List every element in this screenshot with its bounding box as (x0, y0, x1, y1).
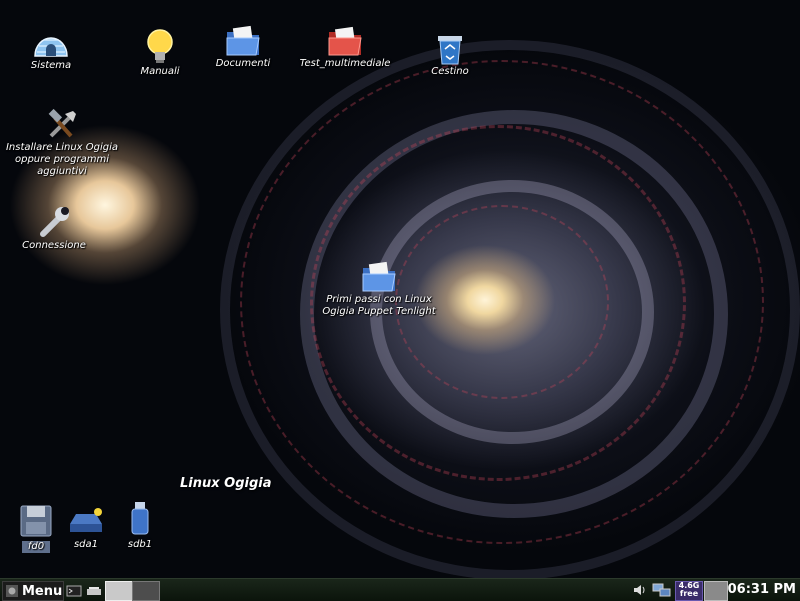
drive-icon-sda1[interactable]: sda1 (64, 506, 108, 551)
desktop-icon-sistema[interactable]: Sistema (20, 24, 82, 72)
drive-launcher-icon[interactable] (86, 581, 102, 599)
brand-text: Linux Ogigia (180, 476, 272, 491)
desktop-icon-label: Primi passi con Linux Ogigia Puppet Tenl… (322, 294, 436, 317)
memory-monitor[interactable]: 4.6G free (675, 581, 703, 601)
igloo-icon (34, 37, 68, 57)
desktop-icon-test-multimediale[interactable]: Test_multimediale (296, 24, 394, 70)
desktop-icon-label: Documenti (215, 58, 271, 69)
folder-documents-icon (362, 261, 396, 292)
desktop-icon-label: Installare Linux Ogigia oppure programmi… (5, 142, 119, 177)
desktop-icon-installare[interactable]: Installare Linux Ogigia oppure programmi… (2, 108, 122, 178)
drive-label: sdb1 (127, 539, 153, 550)
desktop-icon-label: Connessione (22, 240, 86, 251)
desktop-icon-label: Sistema (30, 60, 72, 71)
desktop-icon-label: Cestino (431, 66, 469, 77)
clock[interactable]: 06:31 PM (728, 581, 796, 599)
trash-icon (438, 36, 462, 65)
folder-red-icon (328, 26, 362, 56)
wrench-icon (40, 207, 69, 237)
desktop-icon-manuali[interactable]: Manuali (133, 28, 187, 78)
menu-label: Menu (22, 583, 63, 599)
desktop-icon-connessione[interactable]: Connessione (18, 204, 90, 252)
drive-icon-sdb1[interactable]: sdb1 (118, 500, 162, 551)
drive-icon-fd0[interactable]: fd0 (14, 504, 58, 553)
floppy-icon (20, 505, 52, 537)
memory-free-label: free (679, 589, 699, 598)
desktop-wallpaper: Sistema Manuali Documenti Test_multimedi… (0, 0, 800, 578)
desktop-icon-label: Test_multimediale (299, 58, 391, 69)
network-icon[interactable] (652, 581, 672, 599)
desktop-icon-documenti[interactable]: Documenti (210, 24, 276, 70)
drive-label: sda1 (73, 539, 99, 550)
tools-icon (48, 108, 76, 138)
workspace-2[interactable] (132, 581, 160, 601)
cpu-monitor[interactable] (704, 581, 728, 601)
usb-drive-icon (131, 502, 149, 535)
volume-icon[interactable] (632, 581, 648, 599)
desktop-icon-cestino[interactable]: Cestino (424, 32, 476, 78)
taskbar: Menu 4.6G free 06:31 PM (0, 578, 800, 601)
folder-documents-icon (226, 25, 260, 56)
lightbulb-icon (147, 29, 173, 63)
desktop-icon-primi-passi[interactable]: Primi passi con Linux Ogigia Puppet Tenl… (318, 260, 440, 318)
desktop-icon-label: Manuali (140, 66, 180, 77)
workspace-1[interactable] (105, 581, 133, 601)
drive-label: fd0 (21, 541, 51, 553)
hard-drive-icon (70, 508, 102, 532)
menu-button[interactable]: Menu (2, 581, 64, 601)
menu-icon (6, 585, 18, 597)
terminal-launcher-icon[interactable] (66, 581, 82, 599)
